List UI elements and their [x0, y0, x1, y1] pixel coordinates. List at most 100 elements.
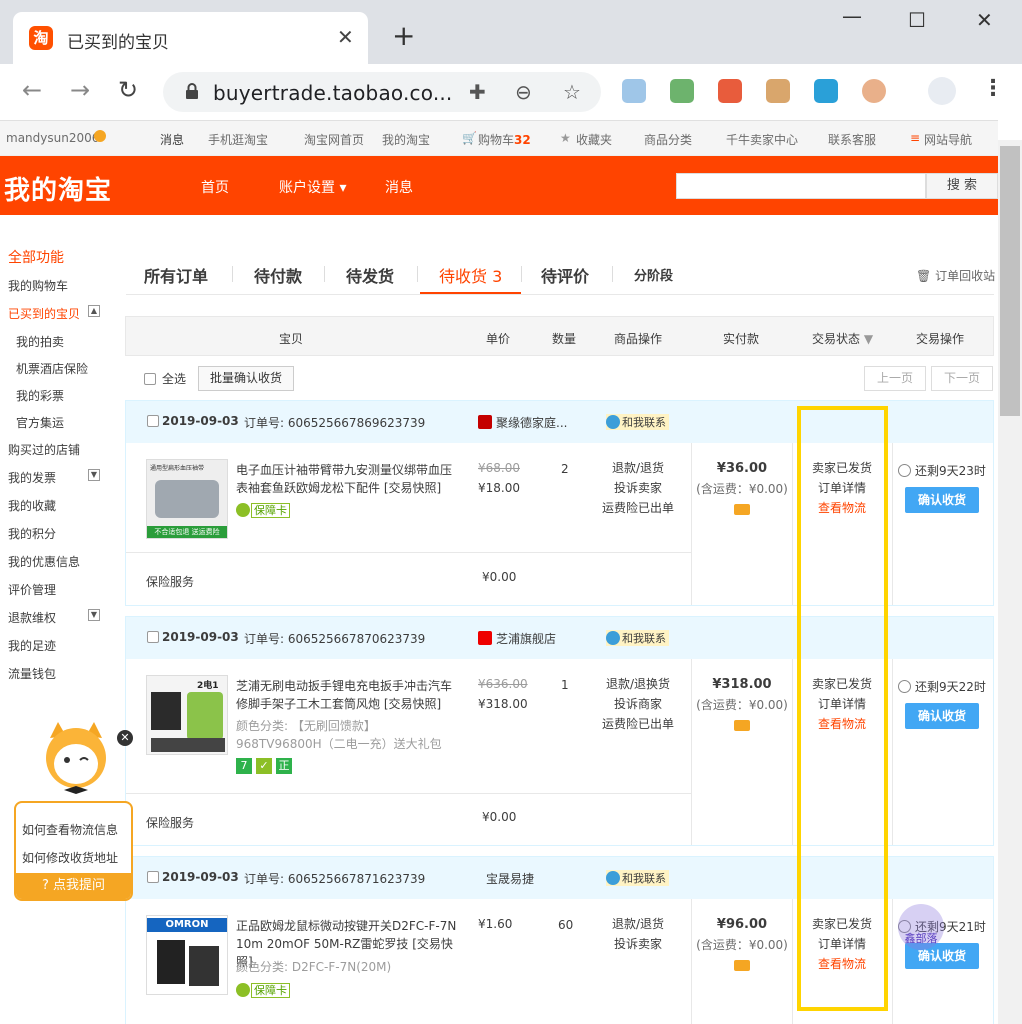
sidebar-item-favorites[interactable]: 我的收藏 — [8, 497, 56, 514]
sidebar-all-functions[interactable]: 全部功能 — [8, 247, 64, 267]
product-image[interactable]: 2电1充 — [146, 675, 228, 755]
sidebar-item-invoice[interactable]: 我的发票 — [8, 469, 56, 486]
prev-page-button[interactable]: 上一页 — [864, 366, 926, 391]
customer-service-link[interactable]: 联系客服 — [828, 131, 876, 148]
sidebar-item-shops[interactable]: 购买过的店铺 — [8, 441, 80, 458]
refund-exchange-link[interactable]: 退款/退换货 — [596, 674, 680, 694]
sidebar-item-bought[interactable]: 已买到的宝贝 — [8, 305, 80, 322]
favorites-link[interactable]: 收藏夹 — [576, 131, 612, 148]
extension-1-icon[interactable] — [622, 79, 646, 103]
window-close-icon[interactable]: ✕ — [976, 8, 993, 32]
tab-close-icon[interactable]: ✕ — [337, 25, 354, 49]
product-title-link[interactable]: 芝浦无刷电动扳手锂电充电扳手冲击汽车修脚手架子工木工套筒风炮 [交易快照] — [236, 677, 461, 713]
nav-account-settings[interactable]: 账户设置 ▾ — [279, 177, 346, 197]
tab-to-receive[interactable]: 待收货 3 — [439, 263, 502, 287]
search-input[interactable] — [676, 173, 926, 199]
reload-icon[interactable]: ↻ — [118, 78, 138, 102]
username-link[interactable]: mandysun2006 — [6, 131, 99, 145]
expand-icon[interactable]: ▼ — [88, 469, 100, 481]
contact-seller-link[interactable]: 和我联系 — [606, 870, 669, 886]
confirm-receipt-button[interactable]: 确认收货 — [905, 703, 979, 729]
maximize-icon[interactable]: ☐ — [908, 8, 926, 32]
product-image[interactable]: 通用型扁形血压袖带 不合适包退 送运费险 — [146, 459, 228, 539]
extension-5-icon[interactable] — [814, 79, 838, 103]
sidebar-item-auction[interactable]: 我的拍卖 — [16, 333, 64, 350]
complain-link[interactable]: 投诉卖家 — [596, 934, 680, 954]
refund-link[interactable]: 退款/退货 — [596, 458, 680, 478]
help-question-address[interactable]: 如何修改收货地址 — [22, 849, 118, 866]
home-link[interactable]: 淘宝网首页 — [304, 131, 364, 148]
scrollbar-thumb[interactable] — [1000, 146, 1020, 416]
order-checkbox[interactable] — [147, 631, 159, 643]
insurance-link[interactable]: 运费险已出单 — [596, 714, 680, 734]
forward-icon[interactable]: → — [70, 78, 90, 102]
sidebar-item-refunds[interactable]: 退款维权 — [8, 609, 56, 626]
sidebar-item-points[interactable]: 我的积分 — [8, 525, 56, 542]
new-tab-icon[interactable]: + — [392, 22, 415, 50]
contact-seller-link[interactable]: 和我联系 — [606, 630, 669, 646]
nav-home[interactable]: 首页 — [201, 177, 229, 197]
tab-all-orders[interactable]: 所有订单 — [144, 263, 208, 287]
shop-link[interactable]: 芝浦旗舰店 — [478, 630, 556, 647]
collapse-icon[interactable]: ▲ — [88, 305, 100, 317]
sidebar-item-footprints[interactable]: 我的足迹 — [8, 637, 56, 654]
product-title-link[interactable]: 电子血压计袖带臂带九安测量仪绑带血压表袖套鱼跃欧姆龙松下配件 [交易快照] — [236, 461, 461, 497]
back-icon[interactable]: ← — [22, 78, 42, 102]
mascot-close-icon[interactable]: ✕ — [117, 730, 133, 746]
sidebar-item-data-wallet[interactable]: 流量钱包 — [8, 665, 56, 682]
guarantee-badge[interactable]: 保障卡 — [236, 502, 290, 518]
extension-4-icon[interactable] — [766, 79, 790, 103]
extension-6-icon[interactable] — [862, 79, 886, 103]
order-checkbox[interactable] — [147, 871, 159, 883]
insurance-link[interactable]: 运费险已出单 — [596, 498, 680, 518]
order-recycle-bin[interactable]: 🗑 订单回收站 — [916, 267, 995, 284]
select-all-checkbox[interactable] — [144, 373, 156, 385]
tab-to-pay[interactable]: 待付款 — [254, 263, 302, 287]
col-status[interactable]: 交易状态 ▼ — [812, 330, 873, 347]
refund-link[interactable]: 退款/退货 — [596, 914, 680, 934]
nav-messages[interactable]: 消息 — [385, 177, 413, 197]
sitemap-link[interactable]: 网站导航 — [924, 131, 972, 148]
extension-blocked-icon[interactable]: ✚ — [469, 80, 486, 104]
profile-avatar[interactable] — [928, 77, 956, 105]
browser-menu-icon[interactable]: ⋮ — [982, 78, 1004, 100]
tab-to-ship[interactable]: 待发货 — [346, 263, 394, 287]
shop-link[interactable]: 聚缘德家庭... — [478, 414, 567, 431]
my-taobao-logo[interactable]: 我的淘宝 — [4, 170, 112, 207]
order-checkbox[interactable] — [147, 415, 159, 427]
address-bar[interactable]: buyertrade.taobao.co... ✚ ⊖ ☆ — [163, 72, 601, 112]
complain-link[interactable]: 投诉商家 — [596, 694, 680, 714]
minimize-icon[interactable]: — — [842, 4, 862, 28]
extension-2-icon[interactable] — [670, 79, 694, 103]
cart-link[interactable]: 购物车32 — [478, 131, 531, 148]
complain-link[interactable]: 投诉卖家 — [596, 478, 680, 498]
sidebar-item-cart[interactable]: 我的购物车 — [8, 277, 68, 294]
search-button[interactable]: 搜 索 — [926, 173, 998, 199]
contact-seller-link[interactable]: 和我联系 — [606, 414, 669, 430]
sidebar-item-reviews[interactable]: 评价管理 — [8, 581, 56, 598]
seller-center-link[interactable]: 千牛卖家中心 — [726, 131, 798, 148]
guarantee-badge[interactable]: 保障卡 — [236, 982, 290, 998]
expand-icon[interactable]: ▼ — [88, 609, 100, 621]
bookmark-star-icon[interactable]: ☆ — [563, 80, 581, 104]
my-taobao-link[interactable]: 我的淘宝 — [382, 131, 430, 148]
authentic-icon[interactable]: 正 — [276, 758, 292, 774]
sidebar-item-lottery[interactable]: 我的彩票 — [16, 387, 64, 404]
shop-link[interactable]: 宝晟易捷 — [486, 870, 534, 887]
browser-tab[interactable]: 淘 已买到的宝贝 ✕ — [13, 12, 368, 64]
next-page-button[interactable]: 下一页 — [931, 366, 993, 391]
guarantee-icon[interactable]: ✓ — [256, 758, 272, 774]
sidebar-item-travel[interactable]: 机票酒店保险 — [16, 360, 88, 377]
sidebar-item-shipping[interactable]: 官方集运 — [16, 414, 64, 431]
assistant-mascot-icon[interactable] — [40, 720, 112, 796]
sidebar-item-coupons[interactable]: 我的优惠信息 — [8, 553, 80, 570]
batch-confirm-button[interactable]: 批量确认收货 — [198, 366, 294, 391]
mobile-link[interactable]: 手机逛淘宝 — [208, 131, 268, 148]
ask-question-button[interactable]: ? 点我提问 — [16, 873, 131, 899]
category-link[interactable]: 商品分类 — [644, 131, 692, 148]
tab-staged[interactable]: 分阶段 — [634, 265, 673, 284]
select-all[interactable]: 全选 — [144, 370, 186, 387]
product-image[interactable]: OMRON — [146, 915, 228, 995]
zoom-icon[interactable]: ⊖ — [515, 80, 532, 104]
seven-day-return-icon[interactable]: 7 — [236, 758, 252, 774]
